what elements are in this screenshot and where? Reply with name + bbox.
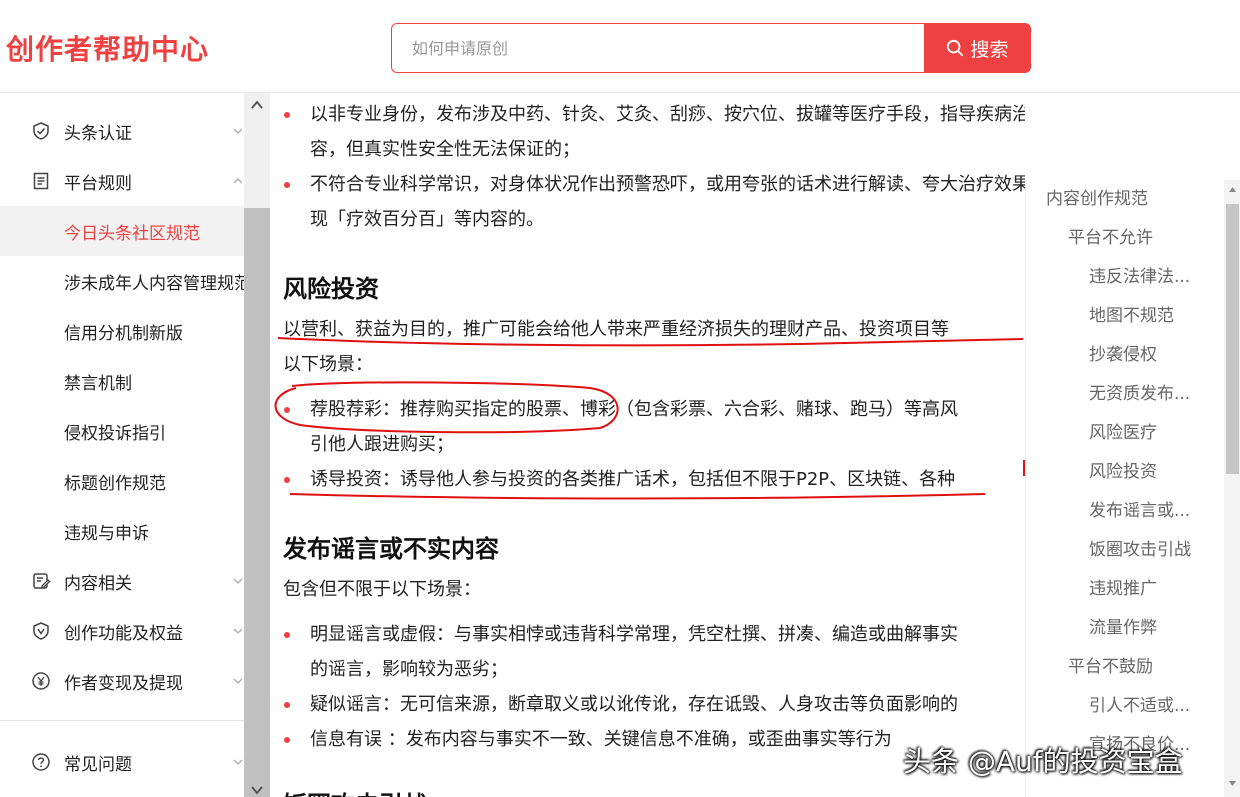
sidebar-item-credit-score[interactable]: 信用分机制新版 [0, 306, 244, 356]
sidebar-nav: 头条认证 平台规则 今日头条社区规范 涉未成年人内容管理规范 信用分机制新版 禁… [0, 93, 251, 797]
bullet-dot [284, 737, 290, 743]
sidebar-item-faq[interactable]: 常见问题 [0, 737, 244, 787]
risk-item-1-line-2: 引他人跟进购买； [310, 434, 454, 455]
toc-item[interactable]: 抄袭侵权 [1089, 340, 1157, 365]
question-circle-icon [32, 753, 50, 771]
sidebar-item-label: 头条认证 [64, 123, 132, 144]
toc-item[interactable]: 违反法律法... [1089, 262, 1190, 287]
sidebar-item-toutiao-auth[interactable]: 头条认证 [0, 106, 244, 156]
medical-item-1-line-2: 容，但真实性安全性无法保证的； [310, 139, 580, 160]
document-list-icon [33, 172, 49, 190]
edit-document-icon [33, 573, 51, 589]
bullet-dot [284, 112, 290, 118]
sidebar-item-label: 作者变现及提现 [64, 673, 183, 694]
sidebar-scrollbar[interactable] [244, 93, 270, 797]
watermark: 头条 @Auf的投资宝盒 [903, 745, 1183, 778]
toc-item[interactable]: 流量作弊 [1089, 613, 1157, 638]
sidebar-item-label: 内容相关 [64, 573, 132, 594]
sidebar-item-label: 违规与申诉 [64, 523, 149, 544]
sidebar-item-label: 创作功能及权益 [64, 623, 183, 644]
rumor-intro: 包含但不限于以下场景： [283, 579, 481, 600]
toc-item[interactable]: 风险投资 [1089, 457, 1157, 482]
bullet-dot [284, 477, 290, 483]
sidebar-item-label: 标题创作规范 [64, 473, 166, 494]
chevron-down-icon [233, 128, 243, 134]
sidebar-item-label: 信用分机制新版 [64, 323, 183, 344]
help-center-page: 创作者帮助中心 搜索 头条认证 [0, 0, 1240, 797]
sidebar-item-minor-content-rules[interactable]: 涉未成年人内容管理规范 [0, 256, 251, 306]
search-bar: 搜索 [391, 23, 1031, 73]
bullet-dot [284, 407, 290, 413]
heading-fan-attack-partial: 饭圈攻击引战 [283, 785, 427, 797]
toc-item[interactable]: 平台不鼓励 [1068, 652, 1153, 677]
toc-item[interactable]: 风险医疗 [1089, 418, 1157, 443]
bullet-dot [284, 702, 290, 708]
rumor-item-2-line-1: 疑似谣言：无可信来源，断章取义或以讹传讹，存在诋毁、人身攻击等负面影响的 [310, 694, 958, 715]
toc-scrollbar[interactable] [1224, 180, 1240, 797]
sidebar-item-violation-appeal[interactable]: 违规与申诉 [0, 506, 244, 556]
scroll-up-arrow-icon[interactable] [1228, 186, 1237, 193]
chevron-down-icon [233, 759, 243, 765]
medical-item-2-line-2: 现「疗效百分百」等内容的。 [310, 209, 544, 230]
sidebar-item-platform-rules[interactable]: 平台规则 [0, 156, 244, 206]
search-input[interactable] [391, 23, 926, 73]
medical-item-2-line-1: 不符合专业科学常识，对身体状况作出预警恐吓，或用夸张的话术进行解读、夸大治疗效果… [310, 174, 1025, 195]
rumor-item-1-line-2: 的谣言，影响较为恶劣； [310, 659, 508, 680]
heading-rumor: 发布谣言或不实内容 [283, 535, 499, 563]
yen-circle-icon [32, 672, 50, 690]
toc-item[interactable]: 引人不适或... [1089, 691, 1190, 716]
risk-item-1-line-1: 荐股荐彩：推荐购买指定的股票、博彩（包含彩票、六合彩、赌球、跑马）等高风 [310, 399, 958, 420]
sidebar-item-infringement-complaint[interactable]: 侵权投诉指引 [0, 406, 244, 456]
chevron-down-icon [233, 628, 243, 634]
bullet-dot [284, 632, 290, 638]
sidebar-divider [0, 720, 244, 721]
chevron-down-icon [233, 578, 243, 584]
scrollbar-thumb[interactable] [1226, 204, 1239, 474]
sidebar-item-label: 常见问题 [64, 754, 132, 775]
toc-item[interactable]: 饭圈攻击引战 [1089, 535, 1191, 560]
search-button-label: 搜索 [970, 38, 1009, 61]
toc-item[interactable]: 发布谣言或... [1089, 496, 1190, 521]
toc-item[interactable]: 内容创作规范 [1046, 184, 1148, 209]
shield-check-icon [33, 122, 49, 140]
article-content: 以非专业身份，发布涉及中药、针灸、艾灸、刮痧、按穴位、拔罐等医疗手段，指导疾病治… [270, 93, 1025, 797]
chevron-down-icon [233, 678, 243, 684]
scroll-up-arrow-icon[interactable] [250, 99, 264, 111]
sidebar-item-label: 侵权投诉指引 [64, 423, 166, 444]
table-of-contents: 内容创作规范 平台不允许 违反法律法... 地图不规范 抄袭侵权 无资质发布..… [1025, 180, 1240, 797]
heading-risk-investment: 风险投资 [283, 275, 379, 303]
search-button[interactable]: 搜索 [924, 23, 1031, 73]
shield-v-icon [33, 622, 49, 640]
risk-item-2-line-1: 诱导投资：诱导他人参与投资的各类推广话术，包括但不限于P2P、区块链、各种 [310, 469, 956, 490]
sidebar-item-label: 今日头条社区规范 [64, 223, 200, 244]
site-logo[interactable]: 创作者帮助中心 [6, 28, 209, 68]
sidebar-item-creation-features[interactable]: 创作功能及权益 [0, 606, 244, 656]
scroll-down-arrow-icon[interactable] [250, 785, 264, 795]
toc-item[interactable]: 平台不允许 [1068, 223, 1153, 248]
risk-intro-line-1: 以营利、获益为目的，推广可能会给他人带来严重经济损失的理财产品、投资项目等 [283, 319, 949, 340]
top-header: 创作者帮助中心 搜索 [0, 0, 1240, 93]
sidebar-item-community-rules[interactable]: 今日头条社区规范 [0, 206, 244, 256]
chevron-up-icon [233, 178, 243, 184]
search-icon [947, 39, 964, 57]
sidebar-item-content-related[interactable]: 内容相关 [0, 556, 244, 606]
sidebar-item-label: 平台规则 [64, 173, 132, 194]
scrollbar-thumb[interactable] [244, 208, 270, 797]
toc-item[interactable]: 违规推广 [1089, 574, 1157, 599]
sidebar-item-title-rules[interactable]: 标题创作规范 [0, 456, 244, 506]
rumor-item-3-line-1: 信息有误 ：发布内容与事实不一致、关键信息不准确，或歪曲事实等行为 [310, 729, 892, 750]
sidebar-item-label: 禁言机制 [64, 373, 132, 394]
sidebar-item-label: 涉未成年人内容管理规范 [64, 273, 251, 294]
risk-intro-line-2: 以下场景： [283, 354, 373, 375]
bullet-dot [284, 182, 290, 188]
sidebar-item-mute-mechanism[interactable]: 禁言机制 [0, 356, 244, 406]
toc-item[interactable]: 地图不规范 [1089, 301, 1174, 326]
rumor-item-1-line-1: 明显谣言或虚假：与事实相悖或违背科学常理，凭空杜撰、拼凑、编造或曲解事实 [310, 624, 958, 645]
medical-item-1-line-1: 以非专业身份，发布涉及中药、针灸、艾灸、刮痧、按穴位、拔罐等医疗手段，指导疾病治… [310, 104, 1025, 125]
scroll-down-arrow-icon[interactable] [1228, 780, 1237, 787]
toc-item[interactable]: 无资质发布... [1089, 379, 1190, 404]
sidebar-item-monetization[interactable]: 作者变现及提现 [0, 656, 244, 706]
